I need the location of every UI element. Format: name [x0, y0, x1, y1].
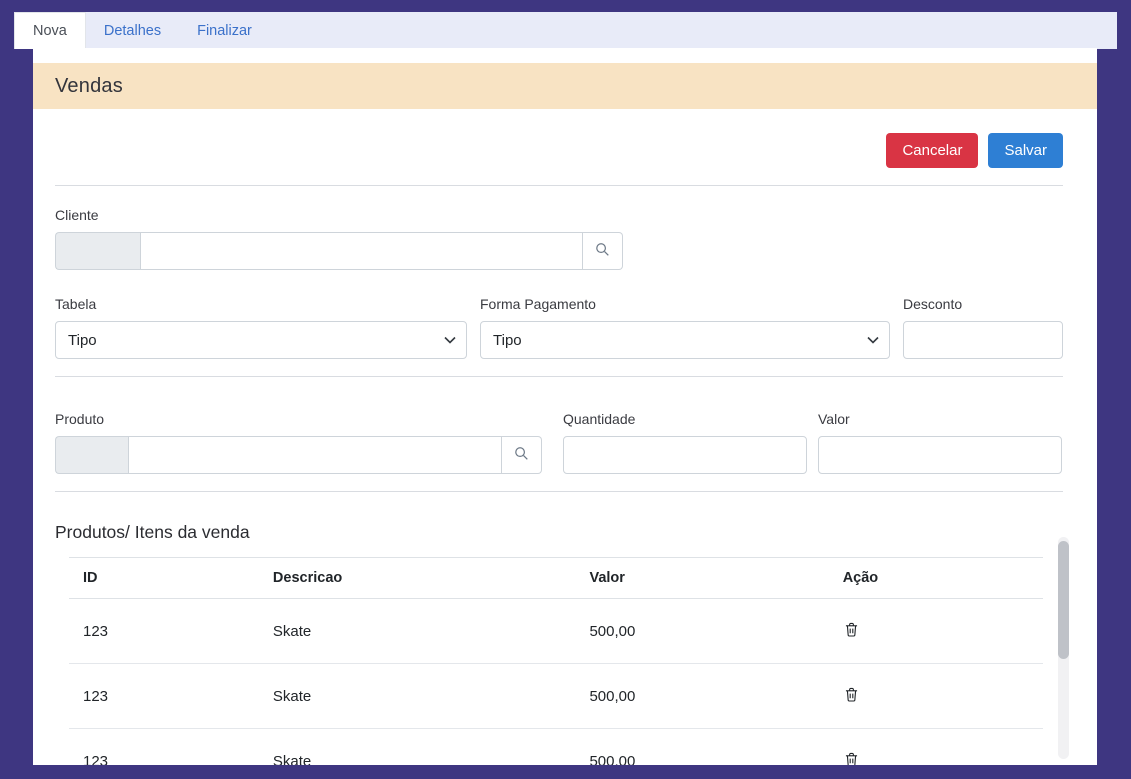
column-header-valor: Valor [575, 558, 828, 599]
tab-nova-label: Nova [33, 23, 67, 39]
divider-top [55, 185, 1063, 186]
cell-acao [829, 729, 1043, 766]
table-row: 123 Skate 500,00 [69, 729, 1043, 766]
cell-valor: 500,00 [575, 729, 828, 766]
page-title: Vendas [55, 75, 123, 98]
tab-finalizar[interactable]: Finalizar [179, 12, 270, 49]
tabela-label: Tabela [55, 296, 467, 312]
produto-input[interactable] [128, 436, 502, 474]
page-header: Vendas [33, 63, 1097, 109]
delete-item-button[interactable] [843, 685, 860, 707]
payment-row: Tabela Tipo Forma Pagamento Tip [55, 296, 1063, 359]
tab-bar: Nova Detalhes Finalizar [14, 12, 1117, 49]
produto-group: Produto [55, 411, 542, 474]
vendas-card: Vendas Cancelar Salvar Cliente [33, 48, 1097, 765]
quantidade-input[interactable] [563, 436, 807, 474]
divider-bottom [55, 491, 1063, 492]
cliente-input[interactable] [140, 232, 583, 270]
cell-id: 123 [69, 664, 259, 729]
items-scrollbar[interactable] [1058, 537, 1069, 759]
column-header-id: ID [69, 558, 259, 599]
produto-id-prefix [55, 436, 128, 474]
cliente-input-group [55, 232, 623, 270]
desconto-label: Desconto [903, 296, 1063, 312]
product-row: Produto Quantidade [55, 411, 1063, 474]
form-content: Cancelar Salvar Cliente [33, 133, 1097, 765]
forma-pagamento-group: Forma Pagamento Tipo [480, 296, 890, 359]
produto-label: Produto [55, 411, 542, 427]
cliente-id-prefix [55, 232, 140, 270]
cell-descricao: Skate [259, 599, 576, 664]
items-table-body: 123 Skate 500,00 123 Skate 500,00 [69, 599, 1043, 766]
search-icon [595, 242, 610, 260]
items-table-header-row: ID Descricao Valor Ação [69, 558, 1043, 599]
cliente-search-button[interactable] [583, 232, 623, 270]
tabela-select[interactable]: Tipo [55, 321, 467, 359]
save-button[interactable]: Salvar [988, 133, 1063, 168]
action-buttons: Cancelar Salvar [55, 133, 1063, 168]
items-section-title: Produtos/ Itens da venda [55, 522, 1063, 543]
cell-descricao: Skate [259, 664, 576, 729]
items-scrollbar-thumb[interactable] [1058, 541, 1069, 659]
cell-valor: 500,00 [575, 664, 828, 729]
cancel-button[interactable]: Cancelar [886, 133, 978, 168]
desconto-group: Desconto [903, 296, 1063, 359]
cliente-group: Cliente [55, 207, 1063, 270]
items-table: ID Descricao Valor Ação 123 Skate 500,00 [69, 557, 1043, 765]
quantidade-label: Quantidade [563, 411, 807, 427]
cell-acao [829, 664, 1043, 729]
trash-icon [845, 752, 858, 765]
delete-item-button[interactable] [843, 620, 860, 642]
table-row: 123 Skate 500,00 [69, 599, 1043, 664]
table-row: 123 Skate 500,00 [69, 664, 1043, 729]
cell-id: 123 [69, 599, 259, 664]
divider-middle [55, 376, 1063, 377]
cell-valor: 500,00 [575, 599, 828, 664]
cell-descricao: Skate [259, 729, 576, 766]
tabela-group: Tabela Tipo [55, 296, 467, 359]
valor-label: Valor [818, 411, 1062, 427]
trash-icon [845, 687, 858, 705]
forma-pagamento-select[interactable]: Tipo [480, 321, 890, 359]
cliente-label: Cliente [55, 207, 1063, 223]
trash-icon [845, 622, 858, 640]
tab-finalizar-label: Finalizar [197, 23, 252, 39]
cell-id: 123 [69, 729, 259, 766]
produto-input-group [55, 436, 542, 474]
valor-input[interactable] [818, 436, 1062, 474]
quantidade-group: Quantidade [563, 411, 807, 474]
valor-group: Valor [818, 411, 1062, 474]
cell-acao [829, 599, 1043, 664]
tab-nova[interactable]: Nova [14, 12, 86, 49]
forma-pagamento-label: Forma Pagamento [480, 296, 890, 312]
delete-item-button[interactable] [843, 750, 860, 765]
column-header-acao: Ação [829, 558, 1043, 599]
desconto-input[interactable] [903, 321, 1063, 359]
produto-search-button[interactable] [502, 436, 542, 474]
search-icon [514, 446, 529, 464]
tab-detalhes[interactable]: Detalhes [86, 12, 179, 49]
tab-detalhes-label: Detalhes [104, 23, 161, 39]
column-header-descricao: Descricao [259, 558, 576, 599]
